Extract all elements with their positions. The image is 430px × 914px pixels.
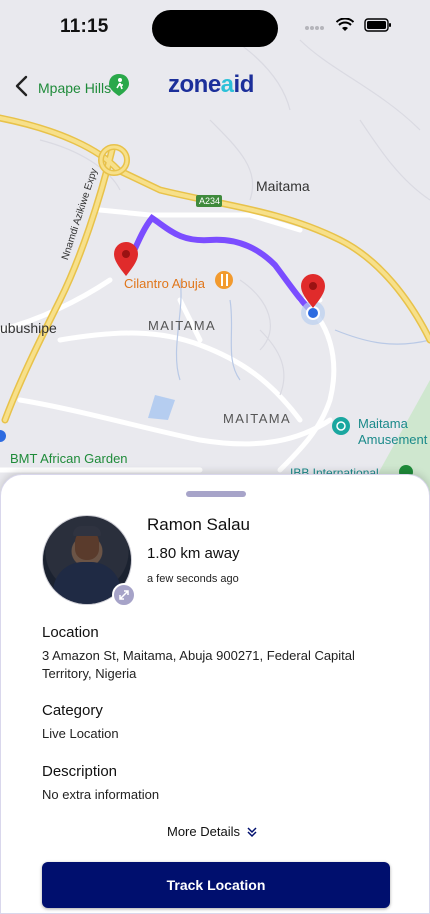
map-label-maitama-amusement-1[interactable]: Maitama	[358, 416, 408, 431]
sheet-drag-handle[interactable]	[186, 491, 246, 497]
expand-icon	[119, 590, 129, 600]
system-icons	[304, 18, 392, 32]
location-title: Location	[42, 624, 99, 641]
signal-icon	[305, 26, 324, 30]
description-value: No extra information	[42, 787, 160, 802]
map-label-cilantro[interactable]: Cilantro Abuja	[124, 276, 205, 291]
logo-text-main: zone	[168, 71, 221, 98]
contact-name: Ramon Salau	[147, 515, 251, 534]
wifi-icon	[336, 18, 354, 31]
more-details-button[interactable]: More Details	[167, 824, 258, 839]
more-details-label: More Details	[167, 824, 240, 839]
status-bar: 11:15	[0, 0, 430, 56]
hiking-icon	[109, 74, 129, 96]
logo-text-accent: a	[220, 71, 234, 98]
description-title: Description	[42, 763, 118, 780]
expand-avatar-button[interactable]	[112, 583, 136, 607]
map-label-road-a234: A234	[199, 196, 221, 206]
status-time: 11:15	[60, 16, 109, 37]
location-detail-sheet: Ramon Salau 1.80 km away a few seconds a…	[0, 474, 430, 914]
back-icon	[15, 75, 28, 97]
map-label-mpape-hills: Mpape Hills	[38, 80, 112, 96]
map-area-label: MAITAMA	[148, 318, 217, 333]
logo-text-tail: id	[233, 71, 255, 98]
app-logo: zoneaid	[168, 71, 254, 99]
map-label-maitama-amusement-2[interactable]: Amusement	[358, 432, 427, 447]
category-value: Live Location	[42, 726, 119, 741]
map-area-label: MAITAMA	[223, 411, 292, 426]
map-label-maitama: Maitama	[256, 178, 310, 194]
map-label-bushipe: ubushipe	[0, 320, 57, 336]
battery-icon	[364, 18, 391, 32]
dynamic-island	[152, 10, 278, 47]
chevron-double-down-icon	[247, 826, 257, 837]
track-location-button[interactable]: Track Location	[42, 862, 390, 908]
category-title: Category	[42, 702, 103, 719]
map-label-bmt[interactable]: BMT African Garden	[10, 451, 128, 466]
back-button[interactable]	[12, 74, 34, 98]
distance-text: 1.80 km away	[147, 545, 240, 562]
last-updated-text: a few seconds ago	[147, 573, 239, 585]
location-value: 3 Amazon St, Maitama, Abuja 900271, Fede…	[42, 648, 355, 681]
